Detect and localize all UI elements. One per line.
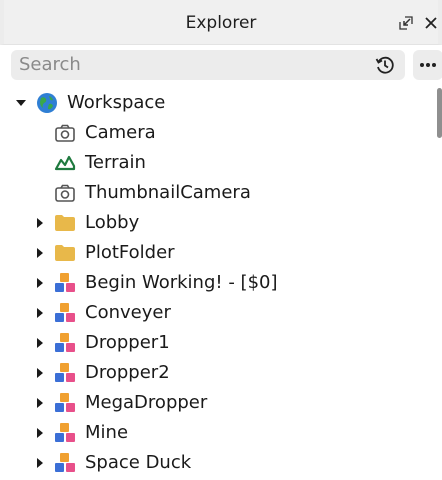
model-icon	[54, 332, 76, 354]
panel-title: Explorer	[185, 13, 257, 33]
tree-item-label: Camera	[85, 122, 156, 143]
tree-item-workspace[interactable]: Workspace	[0, 88, 430, 118]
tree-item-dropper2[interactable]: Dropper2	[0, 358, 430, 388]
tree-item-label: Dropper2	[85, 362, 170, 383]
tree-item-label: Dropper1	[85, 332, 170, 353]
tree-item-begin-working[interactable]: Begin Working! - [$0]	[0, 268, 430, 298]
tree-item-label: Workspace	[67, 92, 166, 113]
scrollbar-thumb[interactable]	[437, 88, 442, 138]
more-icon	[420, 63, 436, 67]
expand-arrow-icon[interactable]	[33, 418, 47, 448]
tree-item-label: PlotFolder	[85, 242, 175, 263]
tree-item-label: Terrain	[85, 152, 146, 173]
expand-arrow-icon[interactable]	[33, 238, 47, 268]
expand-arrow-icon[interactable]	[33, 388, 47, 418]
expand-arrow-icon[interactable]	[33, 208, 47, 238]
search-input[interactable]: Search	[11, 50, 405, 80]
camera-icon	[54, 182, 76, 204]
search-placeholder: Search	[19, 54, 81, 75]
search-row: Search	[0, 46, 442, 84]
tree-item-label: Begin Working! - [$0]	[85, 272, 278, 293]
terrain-icon	[54, 152, 76, 174]
explorer-panel: Explorer Search Workspace Camera Terrain…	[0, 0, 442, 480]
vertical-scrollbar[interactable]	[436, 88, 442, 480]
model-icon	[54, 362, 76, 384]
tree-item-label: Space Duck	[85, 452, 192, 473]
tree-item-label: ThumbnailCamera	[85, 182, 251, 203]
expand-arrow-icon[interactable]	[33, 328, 47, 358]
collapse-arrow-icon[interactable]	[14, 88, 28, 118]
expand-arrow-icon[interactable]	[33, 448, 47, 478]
tree-item-megadropper[interactable]: MegaDropper	[0, 388, 430, 418]
tree-item-thumbnailcamera[interactable]: ThumbnailCamera	[0, 178, 430, 208]
explorer-tree: Workspace Camera Terrain ThumbnailCamera…	[0, 88, 442, 480]
camera-icon	[54, 122, 76, 144]
history-icon[interactable]	[373, 53, 397, 77]
tree-item-lobby[interactable]: Lobby	[0, 208, 430, 238]
tree-item-label: Lobby	[85, 212, 140, 233]
tree-item-dropper1[interactable]: Dropper1	[0, 328, 430, 358]
tree-item-label: MegaDropper	[85, 392, 208, 413]
undock-icon[interactable]	[395, 12, 417, 34]
workspace-globe-icon	[36, 92, 58, 114]
more-options-button[interactable]	[413, 50, 442, 80]
tree-item-space-duck[interactable]: Space Duck	[0, 448, 430, 478]
tree-item-camera[interactable]: Camera	[0, 118, 430, 148]
model-icon	[54, 272, 76, 294]
tree-item-plotfolder[interactable]: PlotFolder	[0, 238, 430, 268]
expand-arrow-icon[interactable]	[33, 298, 47, 328]
model-icon	[54, 302, 76, 324]
tree-item-mine[interactable]: Mine	[0, 418, 430, 448]
tree-item-label: Conveyer	[85, 302, 171, 323]
folder-icon	[54, 242, 76, 264]
panel-titlebar: Explorer	[0, 0, 442, 45]
tree-item-terrain[interactable]: Terrain	[0, 148, 430, 178]
tree-item-conveyer[interactable]: Conveyer	[0, 298, 430, 328]
close-icon[interactable]	[420, 12, 442, 34]
folder-icon	[54, 212, 76, 234]
expand-arrow-icon[interactable]	[33, 358, 47, 388]
model-icon	[54, 392, 76, 414]
expand-arrow-icon[interactable]	[33, 268, 47, 298]
model-icon	[54, 452, 76, 474]
model-icon	[54, 422, 76, 444]
tree-item-label: Mine	[85, 422, 129, 443]
